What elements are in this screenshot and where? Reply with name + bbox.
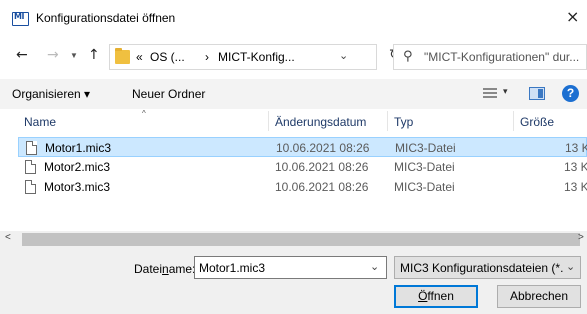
app-icon: MI <box>12 12 29 26</box>
title-bar: MI Konfigurationsdatei öffnen × <box>0 0 587 38</box>
breadcrumb-folder[interactable]: MICT-Konfig... <box>218 50 295 64</box>
column-divider[interactable] <box>513 111 514 131</box>
file-date: 10.06.2021 08:26 <box>276 141 370 155</box>
file-icon <box>25 160 36 174</box>
file-name: Motor2.mic3 <box>44 160 111 174</box>
filename-label: Dateiname: <box>134 262 196 276</box>
up-arrow-icon[interactable]: ↑ <box>88 47 100 63</box>
file-type: MIC3-Datei <box>394 180 455 194</box>
filetype-select[interactable]: MIC3 Konfigurationsdateien (*. ⌄ <box>394 256 581 279</box>
command-bar: Organisieren ▾ Neuer Ordner ▾ ? <box>0 79 587 109</box>
file-type: MIC3-Datei <box>394 160 455 174</box>
horizontal-scrollbar[interactable]: < > <box>0 231 587 248</box>
file-row[interactable]: Motor2.mic3 10.06.2021 08:26 MIC3-Datei … <box>18 157 587 177</box>
folder-icon <box>115 48 130 64</box>
file-date: 10.06.2021 08:26 <box>275 160 369 174</box>
breadcrumb-drive[interactable]: OS (... <box>150 50 185 64</box>
view-options-icon[interactable] <box>483 87 497 100</box>
view-dropdown-icon[interactable]: ▾ <box>503 86 508 97</box>
breadcrumb-overflow[interactable]: « <box>136 50 143 64</box>
sort-ascending-icon: ^ <box>142 109 146 118</box>
open-button[interactable]: Öffnen <box>394 285 478 308</box>
file-name: Motor1.mic3 <box>45 141 112 155</box>
file-name: Motor3.mic3 <box>44 180 111 194</box>
search-box[interactable]: ⚲ "MICT-Konfigurationen" dur... <box>393 44 587 70</box>
cancel-button[interactable]: Abbrechen <box>497 285 581 308</box>
scroll-left-icon[interactable]: < <box>5 232 11 243</box>
filename-field[interactable]: Motor1.mic3 ⌄ <box>194 256 387 279</box>
search-input[interactable]: "MICT-Konfigurationen" dur... <box>424 50 579 64</box>
forward-arrow-icon[interactable]: → <box>47 47 59 63</box>
file-type: MIC3-Datei <box>395 141 456 155</box>
scrollbar-thumb[interactable] <box>22 233 580 246</box>
column-divider[interactable] <box>268 111 269 131</box>
new-folder-button[interactable]: Neuer Ordner <box>132 87 205 101</box>
close-icon[interactable]: × <box>566 7 579 26</box>
file-icon <box>25 180 36 194</box>
scroll-right-icon[interactable]: > <box>578 232 584 243</box>
help-icon[interactable]: ? <box>562 85 579 102</box>
file-size: 13 K <box>565 141 587 155</box>
file-size: 13 K <box>564 160 587 174</box>
filename-dropdown-icon[interactable]: ⌄ <box>370 260 379 273</box>
file-date: 10.06.2021 08:26 <box>275 180 369 194</box>
file-row[interactable]: Motor3.mic3 10.06.2021 08:26 MIC3-Datei … <box>18 177 587 197</box>
breadcrumb-separator: › <box>205 50 209 64</box>
organize-menu[interactable]: Organisieren ▾ <box>12 87 90 101</box>
address-dropdown-icon[interactable]: ⌄ <box>339 49 348 62</box>
column-header-date[interactable]: Änderungsdatum <box>275 115 366 129</box>
back-arrow-icon[interactable]: ← <box>16 47 28 63</box>
filename-value[interactable]: Motor1.mic3 <box>199 261 265 275</box>
address-bar[interactable]: « OS (... › MICT-Konfig... ⌄ <box>109 44 377 70</box>
file-size: 13 K <box>564 180 587 194</box>
file-row[interactable]: Motor1.mic3 10.06.2021 08:26 MIC3-Datei … <box>18 137 587 157</box>
filetype-dropdown-icon[interactable]: ⌄ <box>566 260 575 273</box>
file-icon <box>26 141 37 155</box>
column-header-name[interactable]: Name <box>24 115 56 129</box>
column-divider[interactable] <box>387 111 388 131</box>
window-title: Konfigurationsdatei öffnen <box>36 11 176 25</box>
filetype-value: MIC3 Konfigurationsdateien (*. <box>400 261 564 275</box>
preview-pane-icon[interactable] <box>529 87 545 100</box>
search-icon: ⚲ <box>403 49 413 64</box>
column-header-type[interactable]: Typ <box>394 115 413 129</box>
recent-locations-chevron-icon[interactable]: ▼ <box>70 51 78 60</box>
column-header-size[interactable]: Größe <box>520 115 554 129</box>
